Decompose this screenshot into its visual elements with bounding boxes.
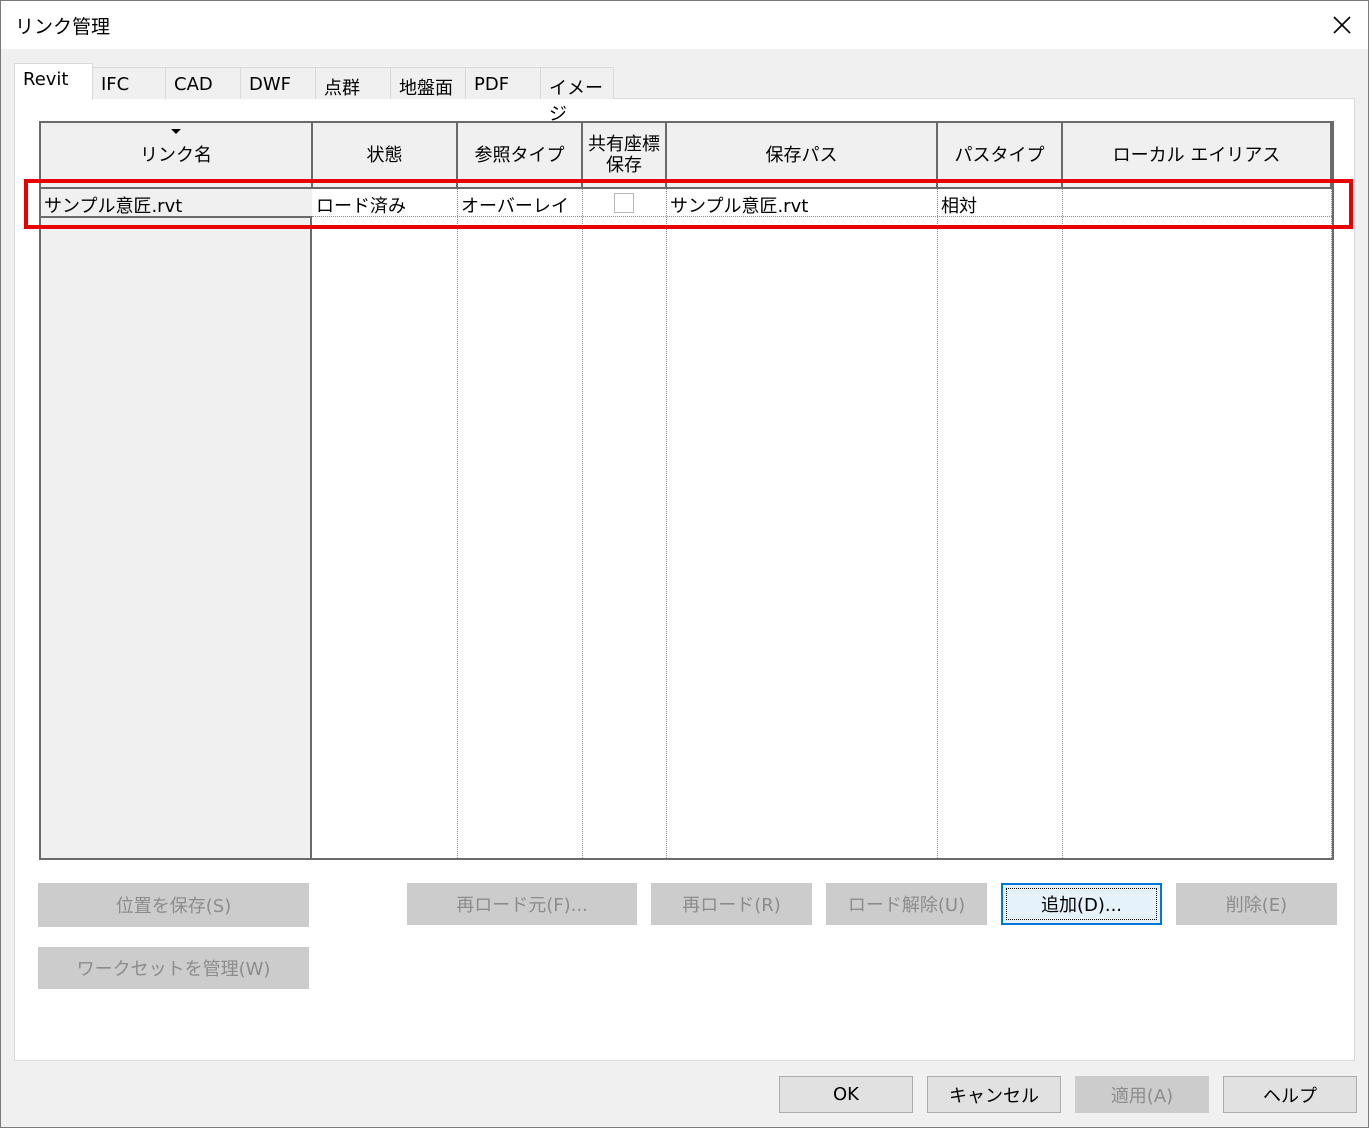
save-positions-button[interactable]: 位置を保存(S) bbox=[38, 883, 309, 927]
links-table: リンク名 状態 参照タイプ 共有座標 保存 保存パス パスタイプ ローカル エイ… bbox=[39, 121, 1334, 860]
dialog-title: リンク管理 bbox=[15, 16, 111, 38]
column-header-label: リンク名 bbox=[140, 144, 212, 166]
column-divider bbox=[457, 189, 458, 858]
column-header-status[interactable]: 状態 bbox=[313, 123, 458, 189]
apply-button[interactable]: 適用(A) bbox=[1075, 1076, 1209, 1113]
name-column-background bbox=[41, 189, 312, 858]
column-header-label: パスタイプ bbox=[954, 144, 1045, 166]
close-button[interactable] bbox=[1326, 9, 1358, 41]
tab-image[interactable]: イメージ bbox=[540, 67, 614, 125]
column-header-label: 状態 bbox=[366, 144, 403, 166]
column-header-local-alias[interactable]: ローカル エイリアス bbox=[1063, 123, 1332, 189]
row-divider bbox=[312, 216, 1332, 217]
cell-saved-path[interactable]: サンプル意匠.rvt bbox=[667, 189, 937, 217]
cell-local-alias[interactable] bbox=[1063, 189, 1331, 217]
ok-button[interactable]: OK bbox=[779, 1076, 913, 1113]
cell-status[interactable]: ロード済み bbox=[313, 189, 457, 217]
column-header-label: 保存パス bbox=[765, 144, 838, 166]
focus-rect bbox=[1006, 888, 1157, 920]
cell-path-type[interactable]: 相対 bbox=[938, 189, 1062, 217]
remove-button[interactable]: 削除(E) bbox=[1176, 883, 1337, 925]
cell-link-name[interactable]: サンプル意匠.rvt bbox=[41, 189, 312, 218]
column-header-shared-coords[interactable]: 共有座標 保存 bbox=[583, 123, 667, 189]
column-divider bbox=[937, 189, 938, 858]
sort-arrow-icon bbox=[171, 129, 181, 134]
table-row[interactable]: サンプル意匠.rvt ロード済み オーバーレイ サンプル意匠.rvt 相対 bbox=[41, 189, 1332, 218]
manage-worksets-button[interactable]: ワークセットを管理(W) bbox=[38, 947, 309, 989]
column-header-link-name[interactable]: リンク名 bbox=[41, 123, 313, 189]
column-divider bbox=[1331, 189, 1332, 858]
column-divider bbox=[1062, 189, 1063, 858]
column-header-label: 共有座標 保存 bbox=[588, 134, 660, 176]
tab-topography[interactable]: 地盤面 bbox=[390, 67, 466, 99]
tab-pdf[interactable]: PDF bbox=[465, 67, 541, 99]
cell-reference-type[interactable]: オーバーレイ bbox=[458, 189, 582, 217]
column-header-label: ローカル エイリアス bbox=[1112, 144, 1281, 166]
tab-ifc[interactable]: IFC bbox=[92, 67, 166, 99]
tab-point-cloud[interactable]: 点群 bbox=[315, 67, 391, 99]
tab-cad[interactable]: CAD bbox=[165, 67, 241, 99]
reload-from-button[interactable]: 再ロード元(F)... bbox=[407, 883, 637, 925]
column-header-reference-type[interactable]: 参照タイプ bbox=[458, 123, 583, 189]
column-header-path-type[interactable]: パスタイプ bbox=[938, 123, 1063, 189]
column-header-saved-path[interactable]: 保存パス bbox=[667, 123, 938, 189]
column-divider bbox=[666, 189, 667, 858]
reload-button[interactable]: 再ロード(R) bbox=[651, 883, 812, 925]
shared-coords-checkbox[interactable] bbox=[614, 193, 634, 213]
tab-strip: Revit IFC CAD DWF 点群 地盤面 PDF イメージ bbox=[14, 63, 634, 125]
cancel-button[interactable]: キャンセル bbox=[927, 1076, 1061, 1113]
column-header-label: 参照タイプ bbox=[474, 144, 565, 166]
help-button[interactable]: ヘルプ bbox=[1223, 1076, 1357, 1113]
close-icon bbox=[1333, 16, 1351, 34]
tab-dwf[interactable]: DWF bbox=[240, 67, 316, 99]
title-bar: リンク管理 bbox=[1, 1, 1368, 49]
manage-links-dialog: リンク管理 Revit IFC CAD DWF 点群 地盤面 PDF イメージ … bbox=[0, 0, 1369, 1128]
add-button[interactable]: 追加(D)... bbox=[1001, 883, 1162, 925]
unload-button[interactable]: ロード解除(U) bbox=[826, 883, 987, 925]
tab-revit[interactable]: Revit bbox=[14, 63, 93, 100]
table-header: リンク名 状態 参照タイプ 共有座標 保存 保存パス パスタイプ ローカル エイ… bbox=[41, 123, 1332, 189]
column-divider bbox=[582, 189, 583, 858]
